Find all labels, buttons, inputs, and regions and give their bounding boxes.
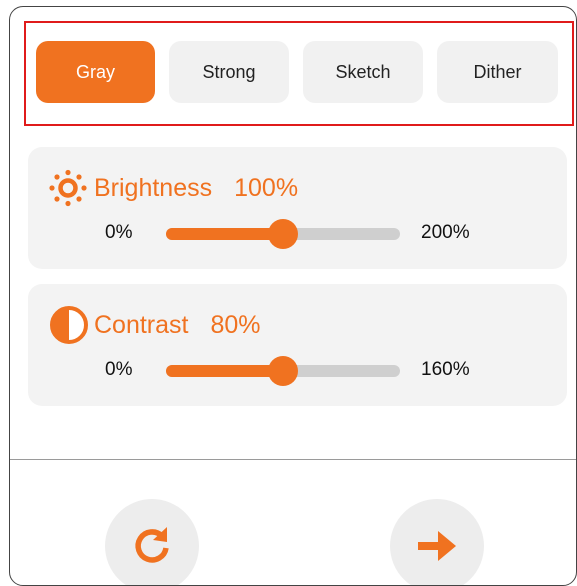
contrast-min-label: 0%	[105, 359, 133, 380]
filter-selector: Gray Strong Sketch Dither	[24, 21, 574, 126]
filter-sketch-button[interactable]: Sketch	[303, 41, 423, 103]
half-circle-icon	[50, 306, 88, 344]
app-window: Gray Strong Sketch Dither Brightness 100…	[9, 6, 577, 586]
brightness-value: 100%	[234, 173, 299, 202]
divider	[10, 459, 576, 460]
contrast-header: Contrast 80%	[46, 306, 261, 344]
brightness-card: Brightness 100% 0% 200%	[28, 147, 567, 269]
contrast-card: Contrast 80% 0% 160%	[28, 284, 567, 406]
filter-strong-button[interactable]: Strong	[169, 41, 289, 103]
contrast-slider-fill	[166, 365, 283, 377]
reset-button[interactable]	[105, 499, 199, 585]
contrast-value: 80%	[210, 310, 261, 339]
filter-dither-button[interactable]: Dither	[437, 41, 558, 103]
brightness-slider-thumb[interactable]	[268, 219, 298, 249]
brightness-slider-fill	[166, 228, 283, 240]
brightness-slider[interactable]	[166, 219, 400, 249]
brightness-header: Brightness 100%	[46, 169, 298, 207]
brightness-min-label: 0%	[105, 222, 133, 243]
contrast-max-label: 160%	[421, 359, 470, 380]
arrow-right-icon	[418, 531, 456, 561]
refresh-icon	[135, 527, 169, 563]
next-button[interactable]	[390, 499, 484, 585]
brightness-max-label: 200%	[421, 222, 470, 243]
brightness-label: Brightness	[94, 173, 213, 202]
contrast-label: Contrast	[94, 310, 189, 339]
sun-icon	[49, 169, 87, 207]
contrast-slider-thumb[interactable]	[268, 356, 298, 386]
filter-gray-button[interactable]: Gray	[36, 41, 155, 103]
contrast-slider[interactable]	[166, 356, 400, 386]
